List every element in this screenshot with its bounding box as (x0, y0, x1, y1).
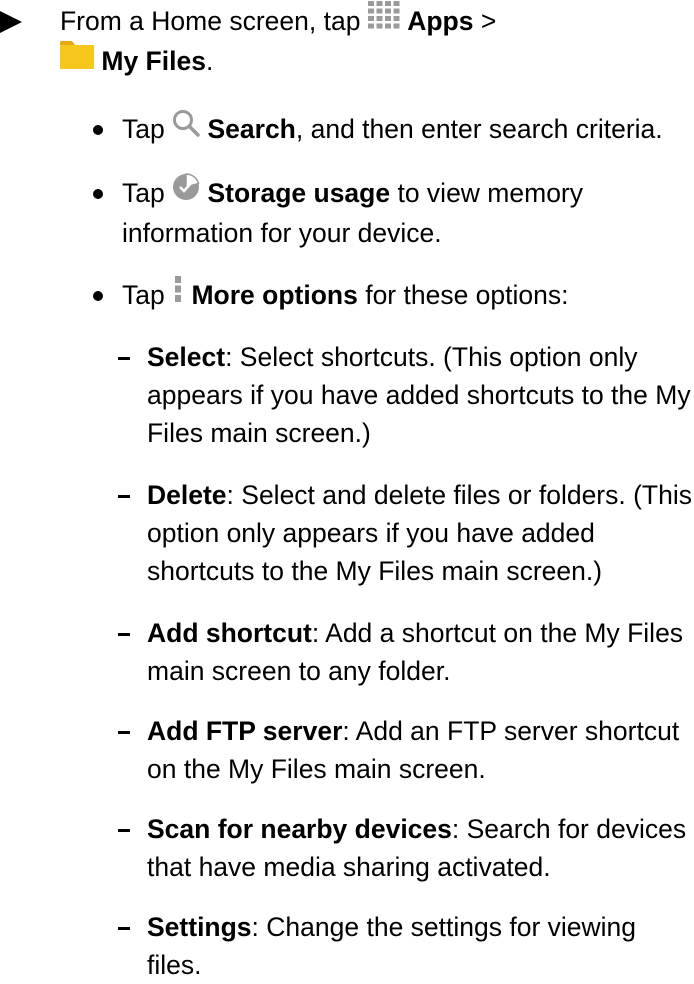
bullet-text: Tap More options for these options: (122, 276, 692, 316)
search-label: Search (207, 114, 296, 144)
storage-pie-icon (172, 173, 200, 211)
more-options-label: More options (191, 280, 358, 310)
step-prefix: From a Home screen, tap (60, 6, 361, 36)
option-text: Add shortcut: Add a shortcut on the My F… (147, 618, 684, 686)
bullet-dot (93, 291, 103, 301)
search-icon (172, 109, 200, 147)
my-files-label: My Files (101, 46, 206, 76)
option-dash (118, 357, 130, 360)
bullet-dot (93, 189, 103, 199)
apps-grid-icon (367, 1, 400, 39)
option-dash (118, 731, 130, 734)
bullet-dot (93, 125, 103, 135)
option-dash (118, 633, 130, 636)
option-dash (118, 927, 130, 930)
my-files-folder-icon (60, 41, 94, 79)
option-text: Delete: Select and delete files or folde… (147, 480, 692, 586)
option-dash (118, 495, 130, 498)
option-text: Settings: Change the settings for viewin… (147, 912, 637, 980)
option-text: Select: Select shortcuts. (This option o… (147, 342, 691, 448)
option-text: Add FTP server: Add an FTP server shortc… (147, 716, 680, 784)
apps-label: Apps (407, 6, 474, 36)
bullet-text: Tap Search, and then enter search criter… (122, 110, 692, 150)
step-separator: > (480, 6, 497, 36)
step-text: From a Home screen, tap Apps > My Files. (60, 1, 680, 82)
step-arrow-icon (0, 11, 22, 33)
option-text: Scan for nearby devices: Search for devi… (147, 814, 687, 882)
option-dash (118, 829, 130, 832)
more-options-icon (172, 275, 184, 313)
bullet-text: Tap Storage usage to view memory informa… (122, 173, 692, 252)
storage-usage-label: Storage usage (207, 178, 391, 208)
